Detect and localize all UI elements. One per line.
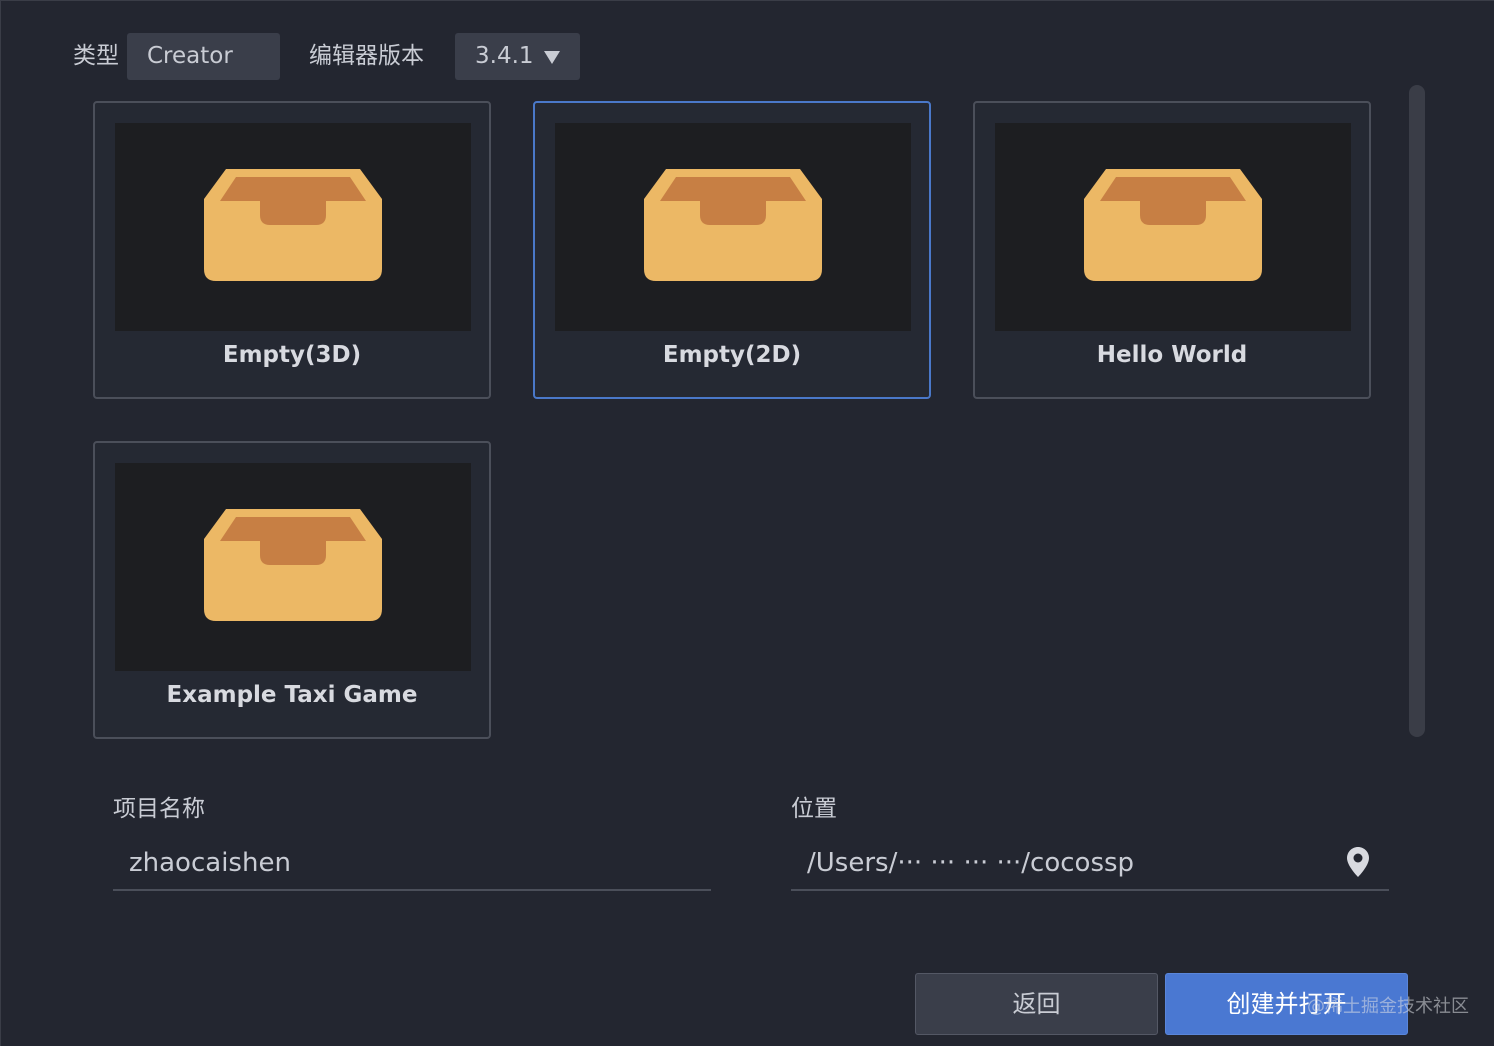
template-card-example-taxi-game[interactable]: Example Taxi Game	[93, 441, 491, 739]
editor-version-select[interactable]: 3.4.1	[455, 33, 580, 80]
template-thumbnail	[115, 463, 471, 671]
location-pin-icon[interactable]	[1347, 847, 1369, 881]
watermark: @稀土掘金技术社区	[1307, 996, 1469, 1017]
template-card-empty-2d[interactable]: Empty(2D)	[533, 101, 931, 399]
template-card-hello-world[interactable]: Hello World	[973, 101, 1371, 399]
template-thumbnail	[555, 123, 911, 331]
project-name-label: 项目名称	[113, 796, 205, 822]
type-label: 类型	[73, 43, 119, 69]
project-name-input[interactable]: zhaocaishen	[113, 839, 711, 891]
template-card-empty-3d[interactable]: Empty(3D)	[93, 101, 491, 399]
location-input[interactable]: /Users/··· ··· ··· ···/cocossp	[791, 839, 1389, 891]
type-select[interactable]: Creator	[127, 33, 280, 80]
template-thumbnail	[995, 123, 1351, 331]
template-title: Example Taxi Game	[166, 682, 418, 708]
template-thumbnail	[115, 123, 471, 331]
box-icon	[644, 169, 822, 281]
type-select-value: Creator	[147, 43, 233, 69]
box-icon	[204, 169, 382, 281]
template-title: Empty(3D)	[222, 342, 362, 368]
box-icon	[1084, 169, 1262, 281]
chevron-down-icon	[544, 51, 560, 64]
editor-version-value: 3.4.1	[475, 43, 534, 69]
editor-version-label: 编辑器版本	[309, 43, 424, 69]
back-button[interactable]: 返回	[915, 973, 1158, 1035]
new-project-dialog: 类型 Creator 编辑器版本 3.4.1 Empty(3D) Empty(2…	[0, 0, 1494, 1046]
location-label: 位置	[791, 796, 837, 822]
template-title: Hello World	[1096, 342, 1248, 368]
template-list-scrollbar[interactable]	[1409, 85, 1425, 737]
box-icon	[204, 509, 382, 621]
template-title: Empty(2D)	[662, 342, 802, 368]
